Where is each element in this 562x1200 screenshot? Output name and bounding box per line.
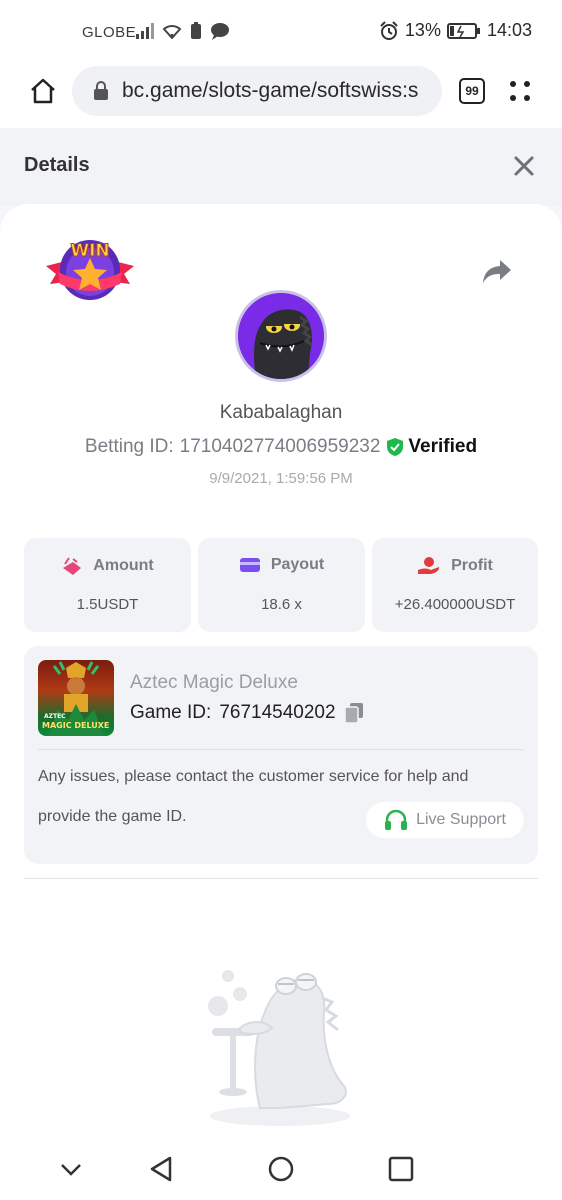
stat-payout-label: Payout: [270, 556, 325, 573]
win-badge-icon: WIN: [46, 240, 134, 300]
signal-icon: [136, 23, 154, 39]
home-icon: [31, 78, 55, 104]
profit-hand-icon: [418, 557, 440, 574]
section-divider: [24, 878, 538, 879]
message-icon: [211, 23, 229, 40]
status-icons: [136, 22, 230, 40]
verified-label: Verified: [408, 436, 478, 457]
bet-timestamp: 9/9/2021, 1:59:56 PM: [209, 470, 353, 487]
chevron-down-icon[interactable]: [56, 1154, 86, 1184]
alarm-icon: [380, 20, 398, 40]
betting-id-label: Betting ID:: [84, 436, 174, 457]
thumb-title-line2: MAGIC DELUXE: [42, 721, 109, 730]
amount-icon: [63, 557, 82, 575]
avatar: [235, 290, 327, 382]
game-id-row: Game ID: 76714540202: [130, 702, 364, 724]
status-right: 13% 14:03: [379, 20, 532, 41]
system-nav-bar: [0, 1138, 562, 1200]
tab-switcher-button[interactable]: 99: [459, 78, 485, 104]
verified-shield-icon: [387, 438, 404, 456]
share-icon[interactable]: [482, 258, 512, 284]
win-badge-text: WIN: [70, 241, 109, 261]
divider: [38, 749, 524, 750]
support-note-line1: Any issues, please contact the customer …: [38, 768, 469, 785]
back-triangle-icon[interactable]: [146, 1154, 176, 1184]
live-support-label: Live Support: [416, 811, 506, 828]
game-id-label: Game ID:: [130, 702, 212, 723]
stat-amount-label: Amount: [93, 557, 154, 574]
verified-badge: Verified: [386, 436, 477, 458]
battery-icon: [446, 22, 480, 39]
carrier-label: GLOBE: [82, 24, 137, 41]
lock-icon: [94, 81, 108, 100]
stat-profit-label: Profit: [451, 557, 493, 574]
home-circle-icon[interactable]: [266, 1154, 296, 1184]
page-title: Details: [24, 154, 90, 176]
menu-dots-icon[interactable]: [506, 76, 534, 106]
payout-card-icon: [239, 558, 260, 572]
details-header: Details: [0, 128, 562, 206]
status-bar: GLOBE 13% 14:03: [0, 0, 562, 62]
betting-id-row: Betting ID: 1710402774006959232 Verified: [0, 436, 562, 458]
url-text: bc.game/slots-game/softswiss:s: [122, 79, 419, 102]
thumb-title-line1: AZTEC: [44, 713, 66, 720]
stat-amount-value: 1.5USDT: [76, 596, 139, 613]
close-icon[interactable]: [512, 154, 536, 178]
stat-profit-value: +26.400000USDT: [394, 596, 516, 613]
stat-amount: Amount 1.5USDT: [24, 538, 191, 632]
sim-icon: [191, 22, 201, 39]
stat-profit: Profit +26.400000USDT: [372, 538, 538, 632]
browser-toolbar: bc.game/slots-game/softswiss:s 99: [0, 62, 562, 128]
copy-icon[interactable]: [343, 702, 364, 724]
clock: 14:03: [486, 20, 532, 40]
wifi-icon: [162, 25, 182, 39]
support-note-line2: provide the game ID.: [38, 808, 187, 825]
recents-square-icon[interactable]: [386, 1154, 416, 1184]
game-info-panel: AZTEC MAGIC DELUXE Aztec Magic Deluxe Ga…: [24, 646, 538, 864]
aztec-game-art: AZTEC MAGIC DELUXE: [42, 661, 109, 736]
betting-id-value: 1710402774006959232: [179, 436, 381, 457]
battery-percent: 13%: [404, 20, 441, 40]
stat-payout-value: 18.6 x: [261, 596, 302, 613]
headset-icon: [385, 809, 408, 830]
live-support-button[interactable]: Live Support: [366, 802, 524, 838]
crocodile-empty-state-illustration: [208, 970, 350, 1126]
game-thumbnail[interactable]: AZTEC MAGIC DELUXE: [38, 660, 114, 736]
address-bar[interactable]: bc.game/slots-game/softswiss:s: [72, 66, 442, 116]
game-name: Aztec Magic Deluxe: [130, 672, 298, 693]
stat-payout: Payout 18.6 x: [198, 538, 365, 632]
home-button[interactable]: [26, 74, 60, 108]
username: Kababalaghan: [219, 402, 343, 423]
crocodile-avatar-icon: [238, 293, 324, 379]
game-id-value: 76714540202: [219, 702, 336, 723]
